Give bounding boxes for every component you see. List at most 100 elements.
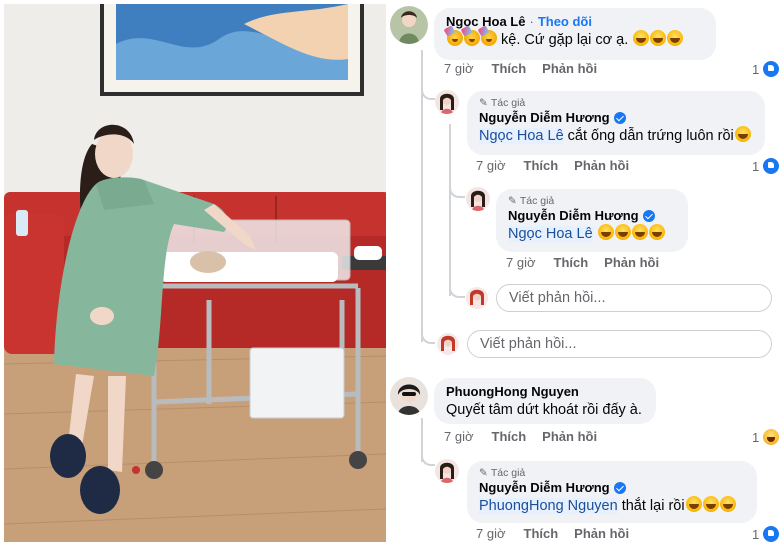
reaction-count: 1: [752, 158, 760, 174]
comment-actions: 7 giờ Thích Phản hồi: [476, 158, 645, 173]
laughing-emoji-icon: [650, 30, 667, 46]
laughing-emoji-icon: [734, 126, 751, 142]
haha-icon: [762, 428, 780, 446]
like-button[interactable]: Thích: [492, 429, 527, 444]
laughing-emoji-icon: [702, 496, 719, 512]
laughing-emoji-icon: [719, 496, 736, 512]
like-button[interactable]: Thích: [554, 255, 589, 270]
thread-connector: [449, 282, 465, 298]
author-badge-label: Tác giả: [490, 467, 526, 479]
laughing-emoji-icon: [614, 224, 631, 240]
photo-illustration: [4, 4, 386, 542]
comment-bubble: ✎ Tác giả Nguyễn Diễm Hương Ngọc Hoa Lê …: [467, 91, 765, 155]
laughing-emoji-icon: [597, 224, 614, 240]
like-button[interactable]: Thích: [524, 526, 559, 541]
comment-text: cắt ống dẫn trứng luôn rồi: [567, 128, 734, 144]
comment-bubble: Ngọc Hoa Lê · Theo dõi kệ. Cứ gặp lại cơ…: [434, 8, 716, 60]
reaction-summary[interactable]: 1: [752, 525, 780, 543]
comment-bubble: ✎ Tác giả Nguyễn Diễm Hương PhuongHong N…: [467, 461, 757, 523]
reaction-count: 1: [752, 526, 760, 542]
comment-author[interactable]: Nguyễn Diễm Hương: [479, 110, 610, 126]
reply-button[interactable]: Phản hồi: [574, 526, 629, 541]
comment-time[interactable]: 7 giờ: [444, 61, 474, 76]
reply-button[interactable]: Phản hồi: [604, 255, 659, 270]
thread-connector: [421, 450, 435, 466]
mention-link[interactable]: Ngọc Hoa Lê: [479, 128, 564, 144]
avatar-nguyen-diem-huong[interactable]: [435, 90, 459, 114]
laughing-emoji-icon: [631, 224, 648, 240]
reaction-count: 1: [752, 61, 760, 77]
comment-actions: 7 giờ Thích Phản hồi: [444, 61, 613, 76]
thread-connector: [449, 180, 465, 198]
reply-input-placeholder: Viết phản hồi...: [480, 336, 577, 352]
reaction-summary[interactable]: 1: [752, 428, 780, 446]
party-emoji-icon: [481, 30, 497, 46]
author-badge: ✎ Tác giả: [479, 467, 745, 480]
reply-button[interactable]: Phản hồi: [542, 429, 597, 444]
laughing-emoji-icon: [648, 224, 665, 240]
comment-bubble: PhuongHong Nguyen Quyết tâm dứt khoát rồ…: [434, 378, 656, 424]
follow-button[interactable]: Theo dõi: [538, 14, 592, 30]
comment-bubble: ✎ Tác giả Nguyễn Diễm Hương Ngọc Hoa Lê: [496, 189, 688, 252]
hospital-photo: [4, 4, 386, 542]
current-user-avatar: [437, 333, 459, 355]
comment-time[interactable]: 7 giờ: [476, 526, 506, 541]
avatar-ngoc-hoa-le[interactable]: [390, 6, 428, 44]
like-icon: [762, 525, 780, 543]
verified-badge-icon: [642, 210, 655, 222]
comment-text-row: Ngọc Hoa Lê: [508, 224, 676, 244]
mention-link[interactable]: Ngọc Hoa Lê: [508, 226, 593, 242]
comment-actions: 7 giờ Thích Phản hồi: [476, 526, 645, 541]
like-icon: [762, 157, 780, 175]
comment-text: thắt lại rồi: [621, 498, 685, 514]
comment-author[interactable]: Nguyễn Diễm Hương: [479, 480, 610, 496]
pencil-icon: ✎: [479, 97, 488, 109]
reply-button[interactable]: Phản hồi: [542, 61, 597, 76]
laughing-emoji-icon: [633, 30, 650, 46]
reply-button[interactable]: Phản hồi: [574, 158, 629, 173]
current-user-avatar: [466, 287, 488, 309]
laughing-emoji-icon: [667, 30, 684, 46]
reply-input[interactable]: Viết phản hồi...: [467, 330, 772, 358]
like-button[interactable]: Thích: [524, 158, 559, 173]
author-badge-label: Tác giả: [490, 97, 526, 109]
party-emoji-icon: [464, 30, 480, 46]
avatar-nguyen-diem-huong[interactable]: [466, 187, 490, 211]
comment-text: Quyết tâm dứt khoát rồi đấy à.: [446, 402, 642, 418]
party-emoji-icon: [447, 30, 463, 46]
comment-author[interactable]: Nguyễn Diễm Hương: [508, 208, 639, 224]
pencil-icon: ✎: [508, 195, 517, 207]
pencil-icon: ✎: [479, 467, 488, 479]
comment-text-row: PhuongHong Nguyen thắt lại rồi: [479, 496, 745, 516]
reaction-summary[interactable]: 1: [752, 157, 780, 175]
mention-link[interactable]: PhuongHong Nguyen: [479, 498, 618, 514]
avatar-phuonghong-nguyen[interactable]: [390, 377, 428, 415]
thread-connector: [421, 328, 435, 344]
comment-time[interactable]: 7 giờ: [506, 255, 536, 270]
comment-text: kệ. Cứ gặp lại cơ ạ.: [501, 32, 629, 48]
like-icon: [762, 60, 780, 78]
avatar-nguyen-diem-huong[interactable]: [435, 459, 459, 483]
verified-badge-icon: [613, 112, 626, 124]
comment-text-row: kệ. Cứ gặp lại cơ ạ.: [446, 30, 704, 50]
comment-actions: 7 giờ Thích Phản hồi: [506, 255, 675, 270]
laughing-emoji-icon: [685, 496, 702, 512]
comment-time[interactable]: 7 giờ: [476, 158, 506, 173]
comment-thread: Ngọc Hoa Lê · Theo dõi kệ. Cứ gặp lại cơ…: [388, 0, 780, 546]
verified-badge-icon: [613, 482, 626, 494]
comment-actions: 7 giờ Thích Phản hồi: [444, 429, 613, 444]
author-badge: ✎ Tác giả: [479, 97, 753, 110]
like-button[interactable]: Thích: [492, 61, 527, 76]
reaction-summary[interactable]: 1: [752, 60, 780, 78]
reply-input[interactable]: Viết phản hồi...: [496, 284, 772, 312]
author-badge: ✎ Tác giả: [508, 195, 676, 208]
thread-connector: [421, 84, 435, 100]
comment-time[interactable]: 7 giờ: [444, 429, 474, 444]
thread-line: [449, 124, 451, 296]
separator-dot: ·: [529, 14, 534, 29]
reaction-count: 1: [752, 429, 760, 445]
comment-text-row: Ngọc Hoa Lê cắt ống dẫn trứng luôn rồi: [479, 126, 753, 146]
author-badge-label: Tác giả: [519, 195, 555, 207]
reply-input-placeholder: Viết phản hồi...: [509, 290, 606, 306]
comment-author[interactable]: PhuongHong Nguyen: [446, 384, 579, 400]
